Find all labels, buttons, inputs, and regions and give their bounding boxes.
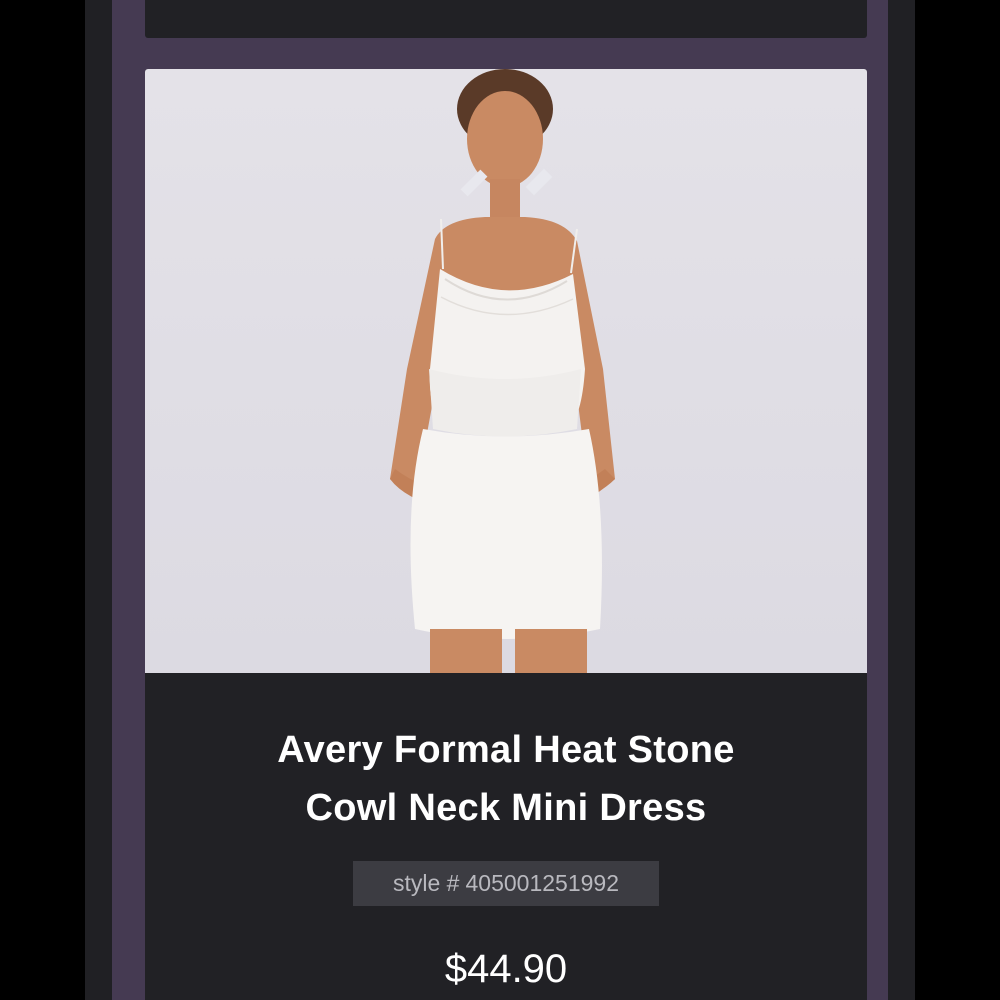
page: Avery Formal Heat Stone Cowl Neck Mini D… xyxy=(0,0,1000,1000)
product-image[interactable] xyxy=(145,69,867,673)
previous-product-card[interactable] xyxy=(145,0,867,38)
product-price: $44.90 xyxy=(444,947,568,991)
product-title-line-1: Avery Formal Heat Stone xyxy=(277,729,735,771)
product-title[interactable]: Avery Formal Heat Stone Cowl Neck Mini D… xyxy=(185,721,827,837)
product-card[interactable]: Avery Formal Heat Stone Cowl Neck Mini D… xyxy=(145,69,867,1000)
style-prefix: style # xyxy=(393,870,460,896)
style-number-badge: style #405001251992 xyxy=(353,861,659,906)
style-number: 405001251992 xyxy=(465,870,619,896)
model-illustration xyxy=(390,69,615,673)
product-title-line-2: Cowl Neck Mini Dress xyxy=(305,787,707,829)
